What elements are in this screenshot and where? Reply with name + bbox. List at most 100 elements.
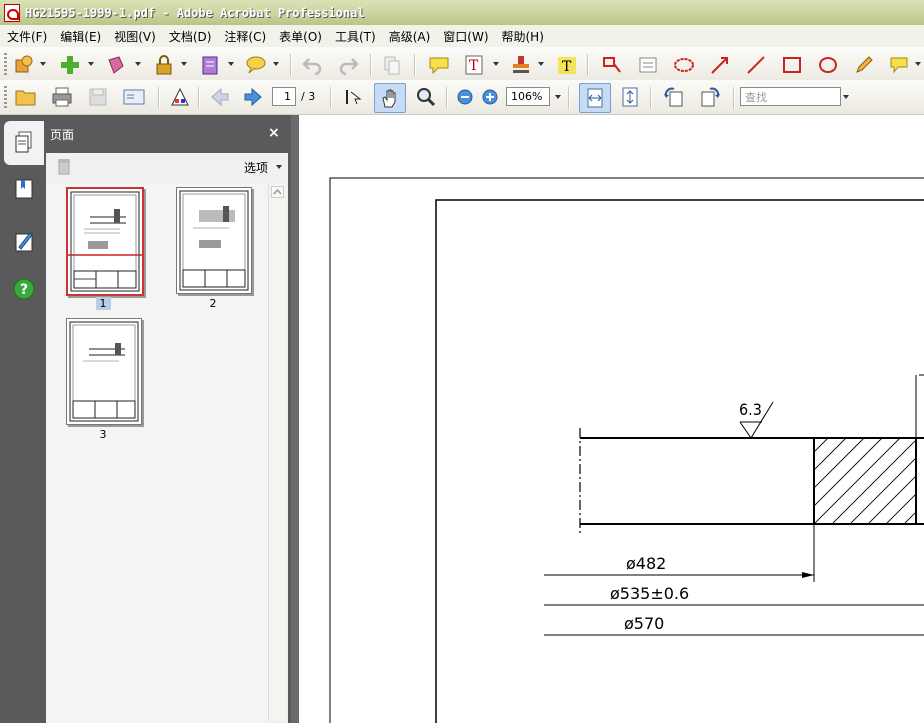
stamp-icon[interactable] [509, 53, 533, 77]
search-dropdown-arrow-icon[interactable] [843, 95, 849, 99]
options-menu[interactable]: 选项 [244, 159, 268, 176]
pdf-file-icon [4, 3, 20, 22]
page-thumbnail-label-2: 2 [209, 297, 217, 310]
page-thumbnail-label-3: 3 [99, 428, 107, 441]
zoom-dropdown-arrow-icon[interactable] [555, 95, 561, 99]
signatures-tab-icon[interactable] [4, 219, 44, 263]
line-tool-icon[interactable] [744, 53, 768, 77]
menu-advanced[interactable]: 高级(A) [382, 28, 437, 45]
svg-text:T: T [562, 59, 572, 75]
dropdown-arrow-icon[interactable] [228, 62, 234, 66]
zoom-out-icon[interactable] [453, 85, 477, 109]
create-pdf-icon[interactable] [12, 53, 36, 77]
color-tools-icon[interactable] [168, 85, 192, 109]
page-thumbnails: 1 2 3 [46, 183, 268, 723]
rectangle-tool-icon[interactable] [780, 53, 804, 77]
svg-text:?: ? [20, 282, 28, 298]
email-icon[interactable] [122, 85, 146, 109]
hand-tool-icon[interactable] [374, 83, 406, 113]
page-thumbnail-label-1: 1 [66, 297, 140, 310]
arrow-tool-icon[interactable] [708, 53, 732, 77]
dropdown-arrow-icon[interactable] [40, 62, 46, 66]
toolbar-separator [568, 87, 570, 109]
page-thumbnail-1[interactable] [66, 187, 144, 296]
select-text-icon[interactable] [341, 85, 365, 109]
cloud-tool-icon[interactable] [672, 53, 696, 77]
undo-icon[interactable] [300, 53, 324, 77]
toolbar-separator [198, 87, 200, 109]
fit-width-icon[interactable] [579, 83, 611, 113]
save-icon[interactable] [86, 85, 110, 109]
zoom-in-icon[interactable] [478, 85, 502, 109]
print-icon[interactable] [50, 85, 74, 109]
toolbar-separator [733, 87, 735, 109]
toolbar-grip[interactable] [4, 86, 7, 110]
dropdown-arrow-icon[interactable] [181, 62, 187, 66]
export-icon[interactable] [104, 53, 128, 77]
toolbar-separator [330, 87, 332, 109]
toolbar-separator [370, 54, 372, 76]
menu-tools[interactable]: 工具(T) [328, 28, 382, 45]
delete-page-icon[interactable] [56, 157, 72, 178]
sign-form-icon[interactable] [198, 53, 222, 77]
text-edit-icon[interactable]: T [463, 53, 487, 77]
dropdown-arrow-icon[interactable] [88, 62, 94, 66]
toolbar-separator [158, 87, 160, 109]
menu-help[interactable]: 帮助(H) [495, 28, 550, 45]
zoom-tool-icon[interactable] [414, 85, 438, 109]
callout-tool-icon[interactable] [600, 53, 624, 77]
window-title: HG21595-1999-1.pdf - Adobe Acrobat Profe… [25, 5, 365, 20]
menu-comments[interactable]: 注释(C) [217, 28, 272, 45]
pages-panel: 页面 × 选项 1 2 3 [44, 115, 291, 723]
dropdown-arrow-icon[interactable] [915, 62, 921, 66]
sticky-note-icon[interactable] [427, 53, 451, 77]
zoom-level-field[interactable]: 106% [506, 87, 550, 106]
redo-icon[interactable] [337, 53, 361, 77]
menu-file[interactable]: 文件(F) [0, 28, 53, 45]
rotate-counterclockwise-icon[interactable] [662, 85, 686, 109]
next-page-icon[interactable] [241, 85, 265, 109]
menu-window[interactable]: 窗口(W) [436, 28, 494, 45]
menu-view[interactable]: 视图(V) [107, 28, 162, 45]
pencil-tool-icon[interactable] [852, 53, 876, 77]
dropdown-arrow-icon[interactable] [538, 62, 544, 66]
menu-document[interactable]: 文档(D) [162, 28, 218, 45]
combine-files-icon[interactable] [58, 53, 82, 77]
fit-page-icon[interactable] [618, 85, 642, 109]
scroll-up-icon[interactable] [271, 186, 284, 201]
highlight-text-icon[interactable]: T [555, 53, 579, 77]
toolbar-grip[interactable] [4, 53, 7, 77]
dropdown-arrow-icon[interactable] [493, 62, 499, 66]
title-bar: HG21595-1999-1.pdf - Adobe Acrobat Profe… [0, 0, 924, 26]
text-box-icon[interactable] [636, 53, 660, 77]
menu-edit[interactable]: 编辑(E) [53, 28, 107, 45]
dropdown-arrow-icon[interactable] [135, 62, 141, 66]
close-panel-icon[interactable]: × [268, 125, 280, 141]
document-view[interactable]: 6.3 ø482 ø535±0.6 ø570 [299, 115, 924, 723]
search-input[interactable]: 查找 [740, 87, 841, 106]
review-comment-icon[interactable] [244, 53, 268, 77]
rotate-clockwise-icon[interactable] [698, 85, 722, 109]
page-thumbnail-3[interactable] [66, 318, 142, 425]
dimension-outer-diameter: ø570 [624, 614, 665, 633]
panel-header: 页面 × [44, 115, 289, 151]
previous-page-icon[interactable] [208, 85, 232, 109]
secure-lock-icon[interactable] [152, 53, 176, 77]
open-folder-icon[interactable] [14, 85, 38, 109]
dimension-inner-diameter: ø482 [626, 554, 667, 573]
page-thumbnail-2[interactable] [176, 187, 252, 294]
pages-panel-tab[interactable] [4, 121, 44, 165]
show-comments-icon[interactable] [888, 53, 912, 77]
oval-tool-icon[interactable] [816, 53, 840, 77]
navigation-toolbar: 1 / 3 106% 查找 [0, 80, 924, 115]
toolbar-separator [650, 87, 652, 109]
page-number-input[interactable]: 1 [272, 87, 296, 106]
menu-forms[interactable]: 表单(O) [272, 28, 328, 45]
copy-icon[interactable] [380, 53, 404, 77]
panel-splitter[interactable] [291, 115, 299, 723]
thumbnail-scrollbar[interactable] [268, 183, 286, 721]
bookmarks-tab-icon[interactable] [4, 167, 44, 211]
options-dropdown-arrow-icon[interactable] [276, 165, 282, 169]
help-tab-icon[interactable]: ? [4, 267, 44, 311]
dropdown-arrow-icon[interactable] [273, 62, 279, 66]
